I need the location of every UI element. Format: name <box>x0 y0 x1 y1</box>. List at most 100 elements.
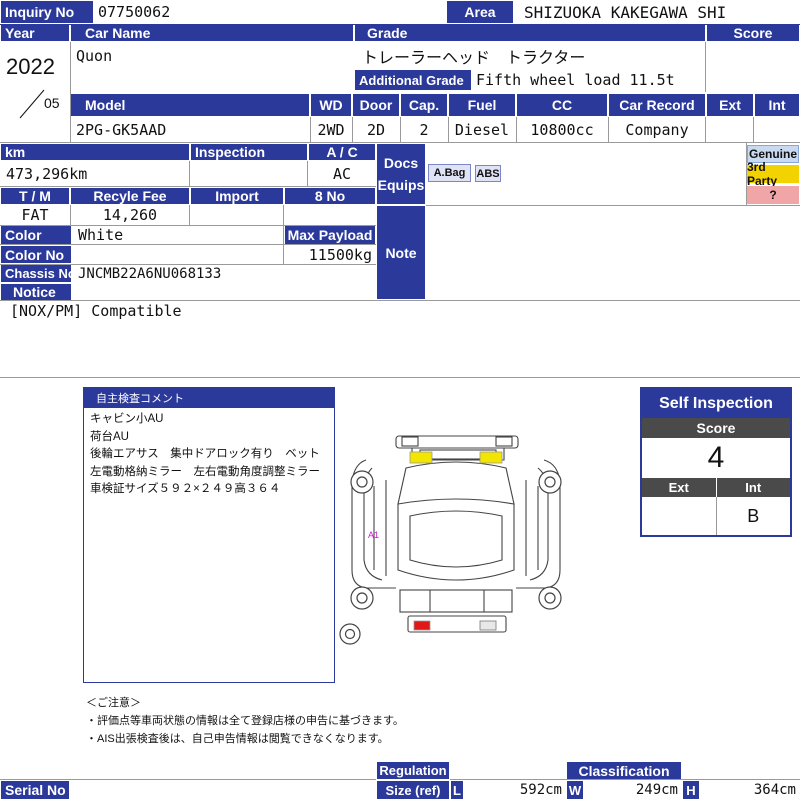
int-label: Int <box>754 93 800 117</box>
divider <box>307 161 308 187</box>
inquiry-no-value: 07750062 <box>98 3 171 21</box>
docs-label: Docs <box>383 155 419 171</box>
divider <box>516 117 517 142</box>
inspection-label: Inspection <box>190 143 308 161</box>
car-name-label: Car Name <box>70 24 354 42</box>
caution-line: ・評価点等車両状態の情報は全て登録店様の申告に基づきます。 <box>86 715 404 727</box>
truck-damage-diagram: A1 <box>339 435 562 645</box>
area-value: SHIZUOKA KAKEGAWA SHI <box>524 2 727 22</box>
wheel-hub <box>356 476 368 488</box>
comment-line: 後輪エアサス 集中ドアロック有り ベット <box>90 448 320 460</box>
divider <box>189 161 190 187</box>
max-payload-label: Max Payload <box>284 225 376 245</box>
self-inspection-score-value: 4 <box>707 441 725 474</box>
km-label: km <box>0 143 190 161</box>
divider <box>448 117 449 142</box>
divider <box>189 205 190 225</box>
max-payload-value: 11500kg <box>308 245 372 264</box>
roof-panel-outline <box>409 510 503 568</box>
classification-label: Classification <box>566 761 682 780</box>
recyle-fee-label: Recyle Fee <box>70 187 190 205</box>
third-party-tag: 3rd Party <box>747 160 799 188</box>
size-w-value: 249cm <box>635 782 678 798</box>
recycle-fee-value: 14,260 <box>102 206 158 224</box>
size-l-label: L <box>450 780 464 800</box>
cc-label: CC <box>516 93 608 117</box>
chassis-no-label: Chassis No <box>0 264 72 283</box>
grade-label: Grade <box>354 24 706 42</box>
cap-label: Cap. <box>400 93 448 117</box>
divider <box>0 186 376 187</box>
ac-label: A / C <box>308 143 376 161</box>
divider <box>283 205 284 264</box>
divider <box>0 300 800 301</box>
km-value: 473,296km <box>6 165 88 183</box>
damage-marker-label: A1 <box>368 530 379 540</box>
tm-value: FAT <box>21 206 49 224</box>
car-name-value: Quon <box>76 47 113 65</box>
divider <box>0 244 376 245</box>
self-inspection-score-label: Score <box>642 418 790 438</box>
ext-label: Ext <box>706 93 754 117</box>
area-label: Area <box>446 0 514 24</box>
serial-no-label: Serial No <box>0 780 70 800</box>
ac-value: AC <box>332 165 352 183</box>
size-l-value: 592cm <box>519 782 562 798</box>
note-label: Note <box>376 205 426 300</box>
car-record-value: Company <box>625 121 689 139</box>
unknown-tag: ? <box>747 186 799 204</box>
fuel-value: Diesel <box>454 121 510 139</box>
divider <box>70 205 71 225</box>
car-record-label: Car Record <box>608 93 706 117</box>
comment-lines: キャビン小AU 荷台AU 後輪エアサス 集中ドアロック有り ベット 左電動格納ミ… <box>84 408 334 502</box>
size-ref-label: Size (ref) <box>376 780 450 800</box>
eight-no-label: 8 No <box>284 187 376 205</box>
grade-value: トレーラーヘッド トラクター <box>362 48 586 67</box>
divider <box>426 205 800 206</box>
divider <box>705 42 706 92</box>
divider <box>70 42 71 142</box>
door-label: Door <box>352 93 400 117</box>
equip-airbag-badge: A.Bag <box>428 164 471 182</box>
divider <box>705 117 706 142</box>
self-inspection-ext-label: Ext <box>642 478 717 497</box>
comment-line: 左電動格納ミラー 左右電動角度調整ミラー <box>90 465 320 478</box>
size-h-label: H <box>682 780 700 800</box>
size-h-value: 364cm <box>753 782 796 798</box>
notice-value: [NOX/PM] Compatible <box>10 302 182 320</box>
caution-line: ・AIS出張検査後は、自己申告情報は閲覧できなくなります。 <box>86 733 389 745</box>
additional-grade-label: Additional Grade <box>354 69 472 91</box>
comment-line: 車検証サイズ５９２×２４９高３６４ <box>90 483 281 495</box>
regulation-label: Regulation <box>376 761 450 780</box>
divider <box>0 377 800 378</box>
divider <box>0 225 376 226</box>
comment-line: キャビン小AU <box>90 413 164 425</box>
wheel-hub <box>344 628 356 640</box>
score-label: Score <box>706 24 800 42</box>
divider <box>608 117 609 142</box>
self-inspection-ext-int-values: B <box>642 497 790 535</box>
wheel-hub <box>544 592 556 604</box>
windshield-outline <box>397 461 515 505</box>
self-inspection-ext-value <box>642 497 717 535</box>
docs-equips-label: Docs Equips <box>376 143 426 205</box>
self-inspection-int-value: B <box>747 505 760 526</box>
equip-abs-badge: ABS <box>475 165 501 182</box>
fuel-label: Fuel <box>448 93 516 117</box>
size-w-label: W <box>566 780 584 800</box>
wd-label: WD <box>310 93 352 117</box>
chassis-outline <box>399 589 513 613</box>
caution-notes: ＜ご注意＞ ・評価点等車両状態の情報は全て登録店様の申告に基づきます。 ・AIS… <box>86 694 586 748</box>
divider <box>753 117 754 142</box>
import-label: Import <box>190 187 284 205</box>
mirror-left <box>401 436 419 447</box>
chassis-no-value: JNCMB22A6NU068133 <box>78 265 222 282</box>
divider <box>352 117 353 142</box>
wheel-hub <box>356 592 368 604</box>
self-inspection-int-label: Int <box>716 478 790 497</box>
wd-value: 2WD <box>317 121 345 139</box>
month-value: 05 <box>44 95 60 111</box>
taillight-right <box>479 620 497 631</box>
divider <box>746 143 747 205</box>
cc-value: 10800cc <box>530 121 594 139</box>
